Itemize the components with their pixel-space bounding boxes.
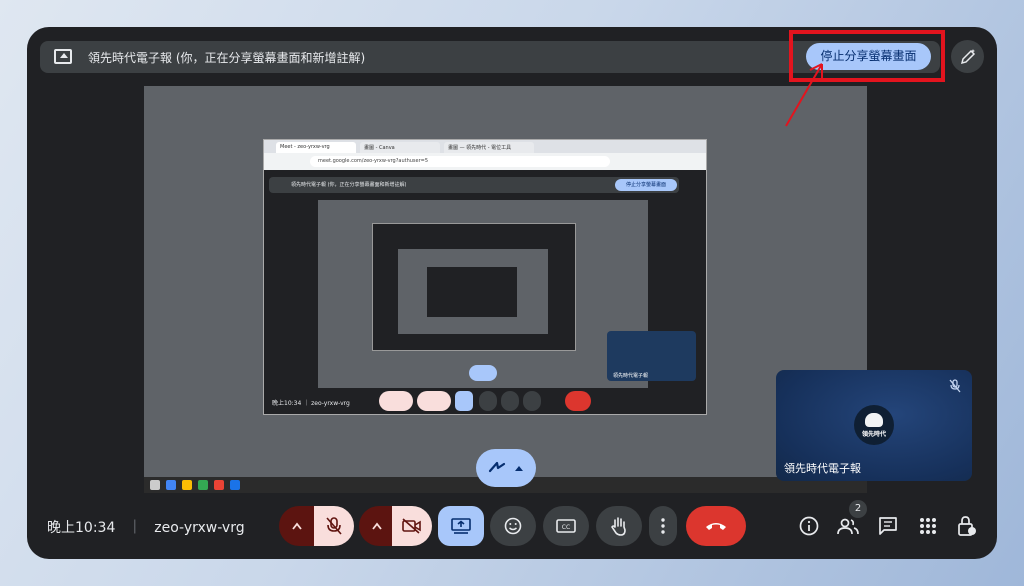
browser-url-bar: meet.google.com/zeo-yrxw-vrg?authuser=5 [310,156,610,167]
emoji-icon [504,517,522,535]
more-vert-icon [661,518,665,534]
browser-tab: Meet - zeo-yrxw-vrg [276,142,356,153]
nested-time-label: 晚上10:34 ｜ zeo-yrxw-vrg [272,400,350,407]
meet-window: 領先時代電子報 (你，正在分享螢幕畫面和新增註解) 停止分享螢幕畫面 Meet … [27,27,997,559]
browser-chrome: Meet - zeo-yrxw-vrg 畫圖 - Canva 畫圖 — 領先時代… [264,140,706,170]
shared-screen-content: Meet - zeo-yrxw-vrg 畫圖 - Canva 畫圖 — 領先時代… [263,139,707,415]
mic-off-icon [948,378,962,397]
mic-options-button[interactable] [279,506,315,546]
chevron-up-icon [372,522,382,530]
meeting-code: zeo-yrxw-vrg [154,520,245,536]
activities-button[interactable] [910,506,946,546]
avatar-face-icon [865,412,883,427]
chat-button[interactable] [870,506,906,546]
deep-nested-core [427,267,517,317]
meeting-info: 晚上10:34 ｜ zeo-yrxw-vrg [47,517,245,537]
caret-up-icon [515,466,523,471]
captions-button[interactable]: CC [543,506,589,546]
nested-float-button [469,365,497,381]
app-icon [230,480,240,490]
camera-off-icon [402,518,421,534]
more-options-button[interactable] [649,506,677,546]
nested-cam-control [417,391,451,411]
nested-banner-text: 領先時代電子報 (你，正在分享螢幕畫面和新增註解) [291,182,407,188]
annotate-icon [488,461,506,473]
present-screen-button[interactable] [438,506,484,546]
annotate-pen-button[interactable] [951,40,984,73]
nested-present-control [455,391,473,411]
host-controls-button[interactable] [949,506,985,546]
browser-tab: 畫圖 — 領先時代 - 電位工具 [444,142,534,153]
nested-cc-control [501,391,519,411]
self-video-tile[interactable]: 領先時代 領先時代電子報 [776,370,972,481]
file-explorer-icon [182,480,192,490]
chrome-icon [166,480,176,490]
present-screen-icon [54,49,72,64]
info-icon [799,516,819,536]
raise-hand-button[interactable] [596,506,642,546]
hand-icon [611,517,626,536]
camera-options-button[interactable] [359,506,395,546]
app-icon [214,480,224,490]
people-icon [837,518,859,535]
chevron-up-icon [292,522,302,530]
clock-time: 晚上10:34 [47,520,116,536]
people-button[interactable] [830,506,866,546]
present-screen-icon [451,518,471,534]
apps-grid-icon [920,518,936,534]
leave-call-button[interactable] [686,506,746,546]
camera-toggle-button[interactable] [392,506,432,546]
meeting-details-button[interactable] [791,506,827,546]
nested-mic-control [379,391,413,411]
browser-tab: 畫圖 - Canva [360,142,440,153]
sharing-banner-text: 領先時代電子報 (你，正在分享螢幕畫面和新增註解) [88,51,366,65]
pen-sparkle-icon [960,48,975,64]
closed-captions-icon: CC [556,519,576,533]
hang-up-icon [706,523,726,530]
svg-text:CC: CC [562,524,570,531]
nested-hand-control [523,391,541,411]
nested-tile-name: 領先時代電子報 [613,373,649,379]
separator: ｜ [127,520,142,536]
nested-end-control [565,391,591,411]
red-arrow-annotation [785,63,823,127]
reactions-button[interactable] [490,506,536,546]
app-icon [198,480,208,490]
avatar-text: 領先時代 [861,430,886,438]
chat-icon [879,517,897,535]
mic-toggle-button[interactable] [314,506,354,546]
windows-start-icon [150,480,160,490]
nested-stop-button: 停止分享螢幕畫面 [615,179,677,191]
avatar: 領先時代 [854,405,894,445]
shared-screen-stage: Meet - zeo-yrxw-vrg 畫圖 - Canva 畫圖 — 領先時代… [144,86,867,493]
annotation-toolbar-toggle[interactable] [476,449,536,487]
mic-off-icon [326,517,342,535]
self-tile-name: 領先時代電子報 [784,462,861,475]
browser-tabs: Meet - zeo-yrxw-vrg 畫圖 - Canva 畫圖 — 領先時代… [264,140,706,153]
nested-self-tile: 領先時代電子報 [607,331,696,381]
lock-person-icon [958,516,976,536]
nested-emoji-control [479,391,497,411]
